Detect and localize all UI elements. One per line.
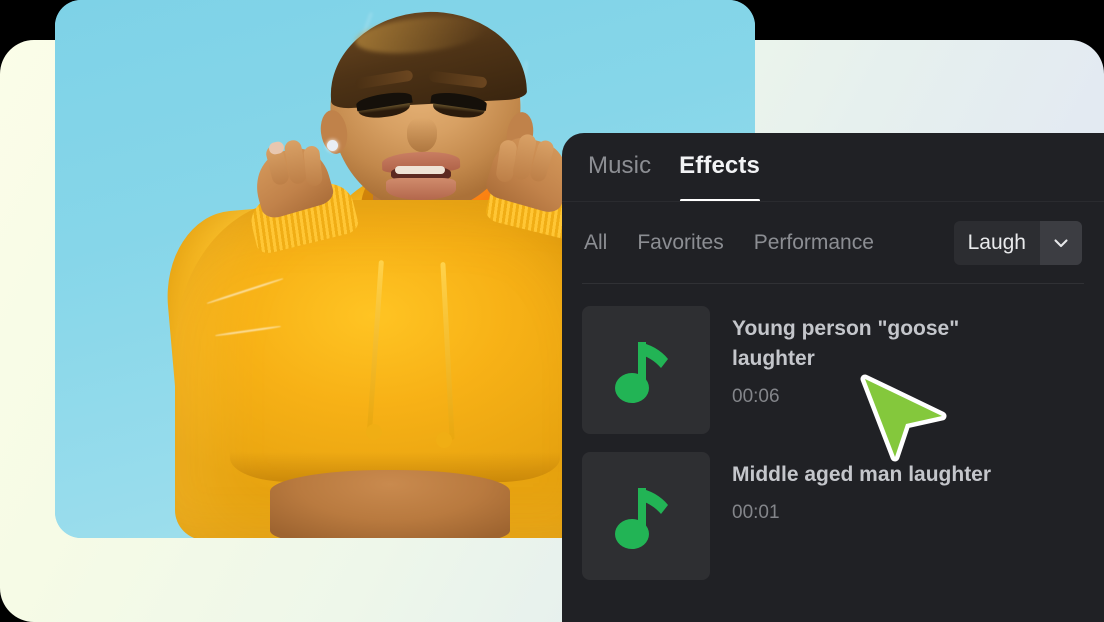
photo-torso <box>270 470 510 538</box>
photo-lower-lip <box>386 178 456 200</box>
track-duration: 00:01 <box>732 501 780 523</box>
track-title: Young person "goose" laughter <box>732 317 960 370</box>
tab-bar: Music Effects <box>562 133 1104 201</box>
filter-all[interactable]: All <box>584 231 607 255</box>
screenshot-root: Music Effects All Favorites Performance … <box>0 0 1104 622</box>
music-note-icon <box>582 452 710 580</box>
track-meta: Young person "goose" laughter 00:06 <box>732 306 1002 408</box>
filter-bar: All Favorites Performance Laugh <box>562 201 1104 265</box>
photo-drawstring-knot <box>366 424 382 440</box>
tab-bar-divider <box>562 201 1104 202</box>
audio-library-panel: Music Effects All Favorites Performance … <box>562 133 1104 622</box>
track-meta: Middle aged man laughter 00:01 <box>732 452 991 524</box>
table-row[interactable]: Young person "goose" laughter 00:06 <box>582 298 1084 444</box>
track-title: Middle aged man laughter <box>732 463 992 486</box>
music-note-icon <box>582 306 710 434</box>
category-dropdown[interactable]: Laugh <box>953 221 1082 265</box>
category-dropdown-label: Laugh <box>967 231 1026 254</box>
photo-teeth <box>395 166 445 174</box>
tab-effects[interactable]: Effects <box>679 152 760 182</box>
photo-left-earring <box>327 140 338 151</box>
effects-track-list: Young person "goose" laughter 00:06 Midd… <box>562 284 1104 590</box>
track-duration: 00:06 <box>732 385 780 407</box>
photo-nose <box>407 118 437 152</box>
chevron-down-icon[interactable] <box>1040 221 1082 265</box>
photo-drawstring-knot <box>436 432 452 448</box>
table-row[interactable]: Middle aged man laughter 00:01 <box>582 444 1084 590</box>
filter-favorites[interactable]: Favorites <box>637 231 723 255</box>
tab-music[interactable]: Music <box>588 152 651 182</box>
filter-performance[interactable]: Performance <box>754 231 874 255</box>
